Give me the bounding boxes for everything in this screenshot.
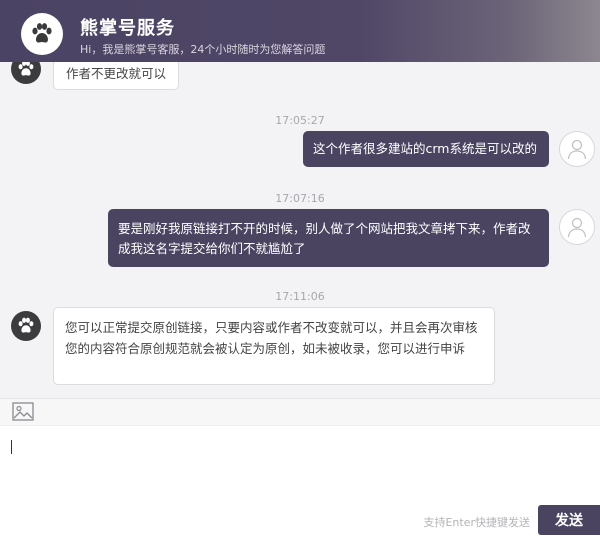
send-hint: 支持Enter快捷键发送 [423,516,530,529]
send-button[interactable]: 发送 [538,505,600,535]
message-timestamp: 17:07:16 [275,192,325,205]
user-avatar [559,209,595,245]
message-timestamp: 17:05:27 [275,114,325,127]
bot-message: 您可以正常提交原创链接，只要内容或作者不改变就可以，并且会再次审核您的内容符合原… [53,307,495,385]
header-title: 熊掌号服务 [80,18,175,39]
composer-toolbar [0,398,600,426]
message-timestamp: 17:11:06 [275,290,325,303]
header-subtitle: Hi，我是熊掌号客服，24个小时随时为您解答问题 [80,43,326,56]
user-avatar-icon [567,217,587,238]
message-input[interactable] [0,426,600,506]
chat-header: 熊掌号服务 Hi，我是熊掌号客服，24个小时随时为您解答问题 [0,0,600,62]
paw-icon [32,23,52,43]
message-text: 这个作者很多建站的crm系统是可以改的 [313,141,537,156]
bot-message: 作者不更改就可以 [53,62,180,90]
message-text: 您可以正常提交原创链接，只要内容或作者不改变就可以，并且会再次审核您的内容符合原… [65,320,478,356]
user-message: 这个作者很多建站的crm系统是可以改的 [303,131,549,167]
message-text: 要是刚好我原链接打不开的时候，别人做了个网站把我文章拷下来，作者改成我这名字提交… [118,221,531,256]
message-text: 作者不更改就可以 [66,66,167,81]
bot-avatar [11,311,41,341]
user-message: 要是刚好我原链接打不开的时候，别人做了个网站把我文章拷下来，作者改成我这名字提交… [108,209,549,267]
image-icon[interactable] [12,402,34,421]
user-avatar-icon [567,139,587,160]
service-avatar [21,13,63,55]
message-list[interactable]: 作者不更改就可以 17:05:27 这个作者很多建站的crm系统是可以改的 17… [0,62,600,398]
bot-avatar [11,62,41,84]
paw-icon [18,317,34,333]
text-cursor [11,440,12,454]
paw-icon [18,62,34,76]
user-avatar [559,131,595,167]
